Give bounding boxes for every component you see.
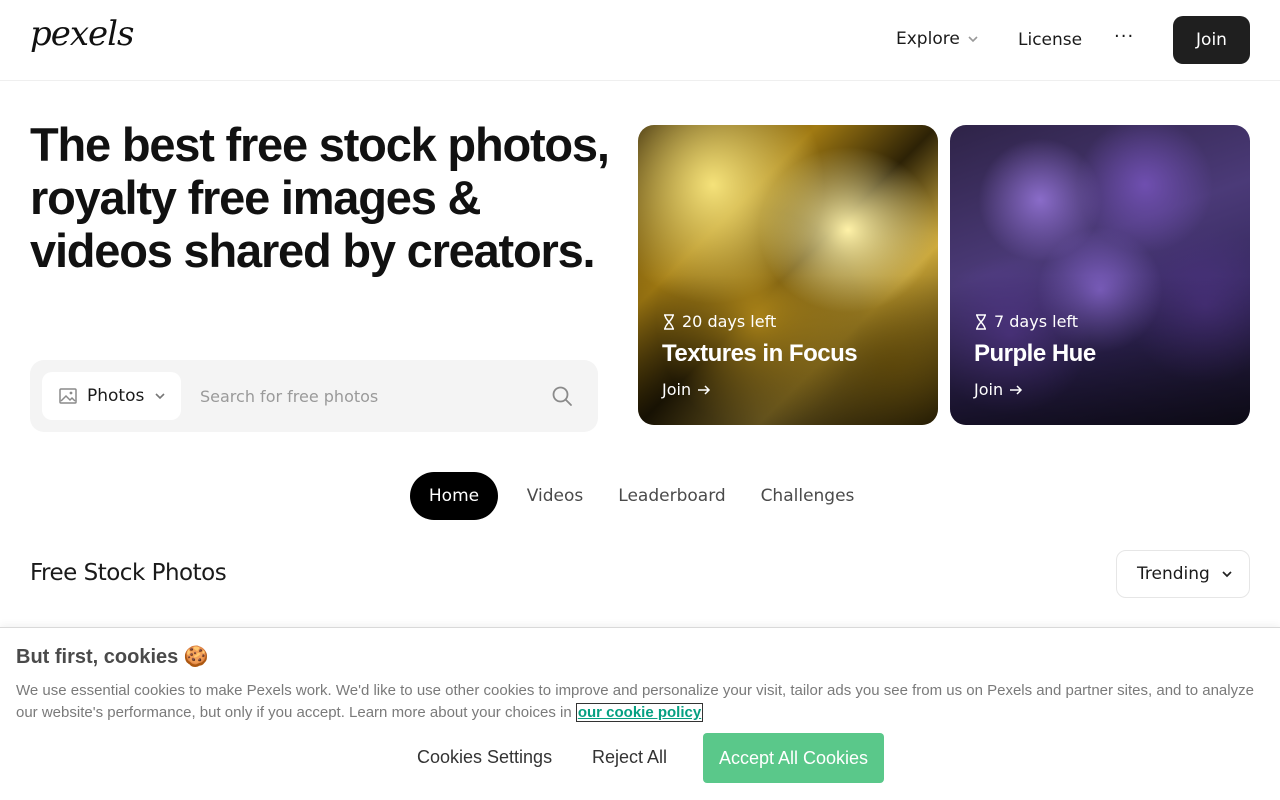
challenge-days-text: 7 days left: [994, 312, 1079, 331]
join-button[interactable]: Join: [1173, 16, 1250, 64]
chevron-down-icon: [155, 393, 165, 400]
search-type-select[interactable]: Photos: [42, 372, 181, 420]
challenge-title: Textures in Focus: [662, 340, 858, 367]
cookie-policy-link[interactable]: our cookie policy: [575, 703, 704, 722]
challenge-join-link[interactable]: Join: [662, 380, 711, 399]
challenge-card-textures[interactable]: 20 days left Textures in Focus Join: [638, 125, 938, 425]
cookie-title: But first, cookies 🍪: [16, 646, 209, 668]
search-type-label: Photos: [87, 386, 145, 406]
tab-home[interactable]: Home: [410, 472, 498, 520]
challenge-days-text: 20 days left: [682, 312, 777, 331]
sort-label: Trending: [1137, 564, 1210, 584]
hero-title: The best free stock photos, royalty free…: [30, 118, 610, 277]
reject-all-button[interactable]: Reject All: [592, 747, 667, 768]
more-menu-icon[interactable]: ···: [1114, 26, 1134, 47]
content-tabs: Home Videos Leaderboard Challenges: [0, 472, 1280, 520]
cookie-banner: But first, cookies 🍪 We use essential co…: [0, 627, 1280, 800]
image-icon: [59, 388, 77, 404]
challenge-title: Purple Hue: [974, 340, 1096, 367]
cookie-description: We use essential cookies to make Pexels …: [16, 680, 1266, 724]
challenge-days-left: 20 days left: [662, 312, 776, 331]
arrow-right-icon: [1010, 384, 1023, 395]
tab-videos[interactable]: Videos: [514, 472, 596, 520]
accept-all-cookies-button[interactable]: Accept All Cookies: [703, 733, 884, 783]
search-icon[interactable]: [551, 385, 573, 407]
tab-leaderboard[interactable]: Leaderboard: [612, 472, 732, 520]
hourglass-icon: [664, 313, 674, 330]
nav-license[interactable]: License: [1018, 30, 1082, 50]
chevron-down-icon: [968, 36, 978, 43]
feed-title: Free Stock Photos: [30, 560, 227, 586]
challenge-card-purple-hue[interactable]: 7 days left Purple Hue Join: [950, 125, 1250, 425]
sort-dropdown[interactable]: Trending: [1116, 550, 1250, 598]
search-bar: Photos: [30, 360, 598, 432]
pexels-logo[interactable]: pexels: [30, 14, 135, 54]
challenge-join-label: Join: [974, 380, 1004, 399]
challenge-days-left: 7 days left: [974, 312, 1078, 331]
site-header: pexels Explore License ··· Join: [0, 0, 1280, 81]
search-input[interactable]: [190, 372, 530, 420]
challenge-join-link[interactable]: Join: [974, 380, 1023, 399]
challenge-join-label: Join: [662, 380, 692, 399]
hourglass-icon: [976, 313, 986, 330]
nav-explore-label: Explore: [896, 29, 960, 49]
cookies-settings-button[interactable]: Cookies Settings: [417, 747, 552, 768]
arrow-right-icon: [698, 384, 711, 395]
nav-explore[interactable]: Explore: [896, 29, 980, 49]
chevron-down-icon: [1222, 571, 1232, 578]
tab-challenges[interactable]: Challenges: [750, 472, 865, 520]
